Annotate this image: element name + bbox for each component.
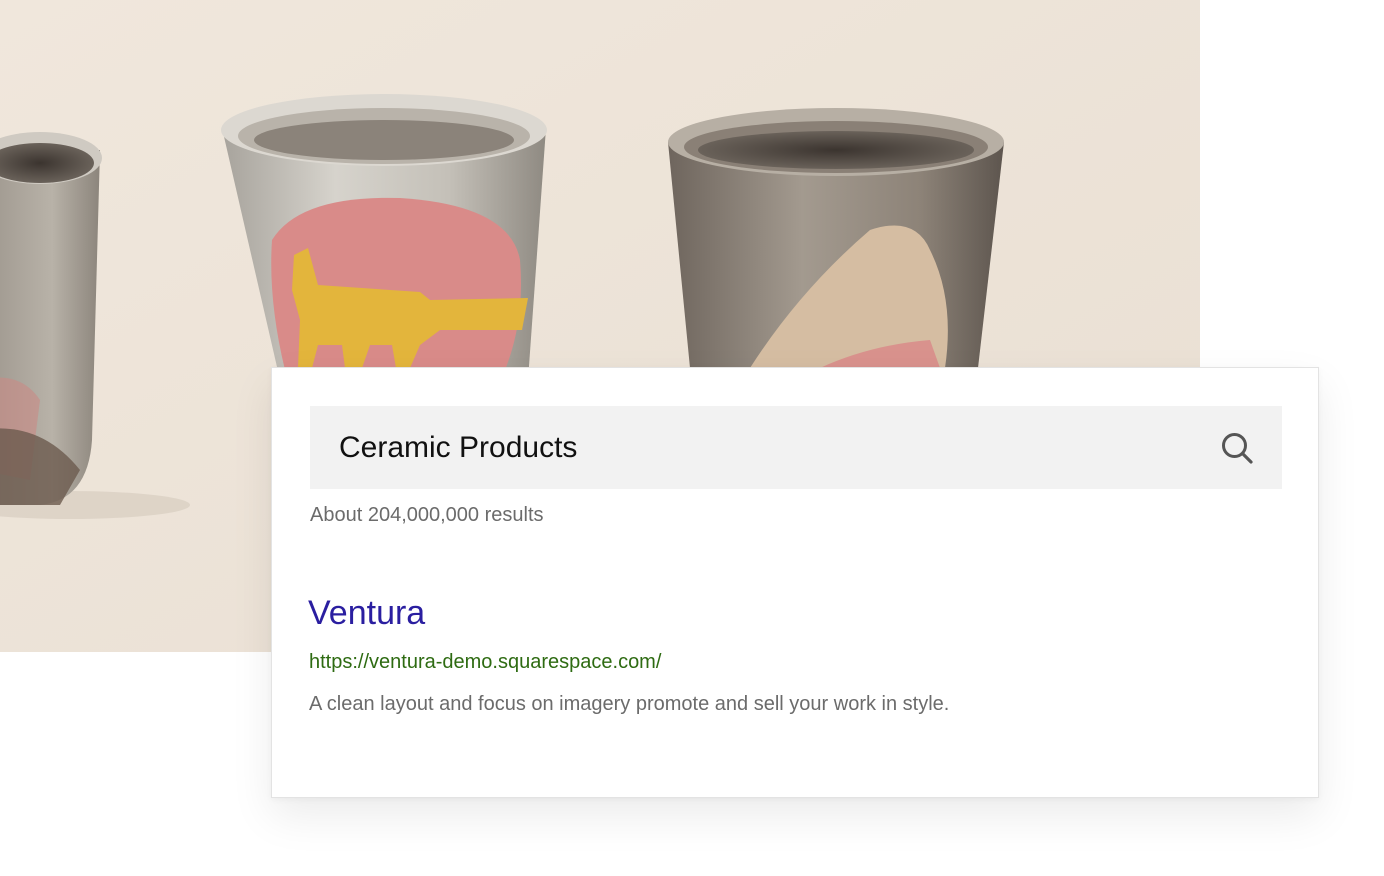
result-url[interactable]: https://ventura-demo.squarespace.com/ [309, 651, 661, 674]
page: Ceramic Products About 204,000,000 resul… [0, 0, 1384, 876]
search-query[interactable]: Ceramic Products [339, 430, 577, 466]
search-icon[interactable] [1220, 431, 1254, 465]
result-snippet: A clean layout and focus on imagery prom… [309, 693, 950, 715]
result-count: About 204,000,000 results [310, 504, 544, 526]
search-bar[interactable]: Ceramic Products [310, 406, 1282, 489]
result-title-link[interactable]: Ventura [308, 594, 425, 633]
search-results-card: Ceramic Products About 204,000,000 resul… [271, 367, 1319, 798]
